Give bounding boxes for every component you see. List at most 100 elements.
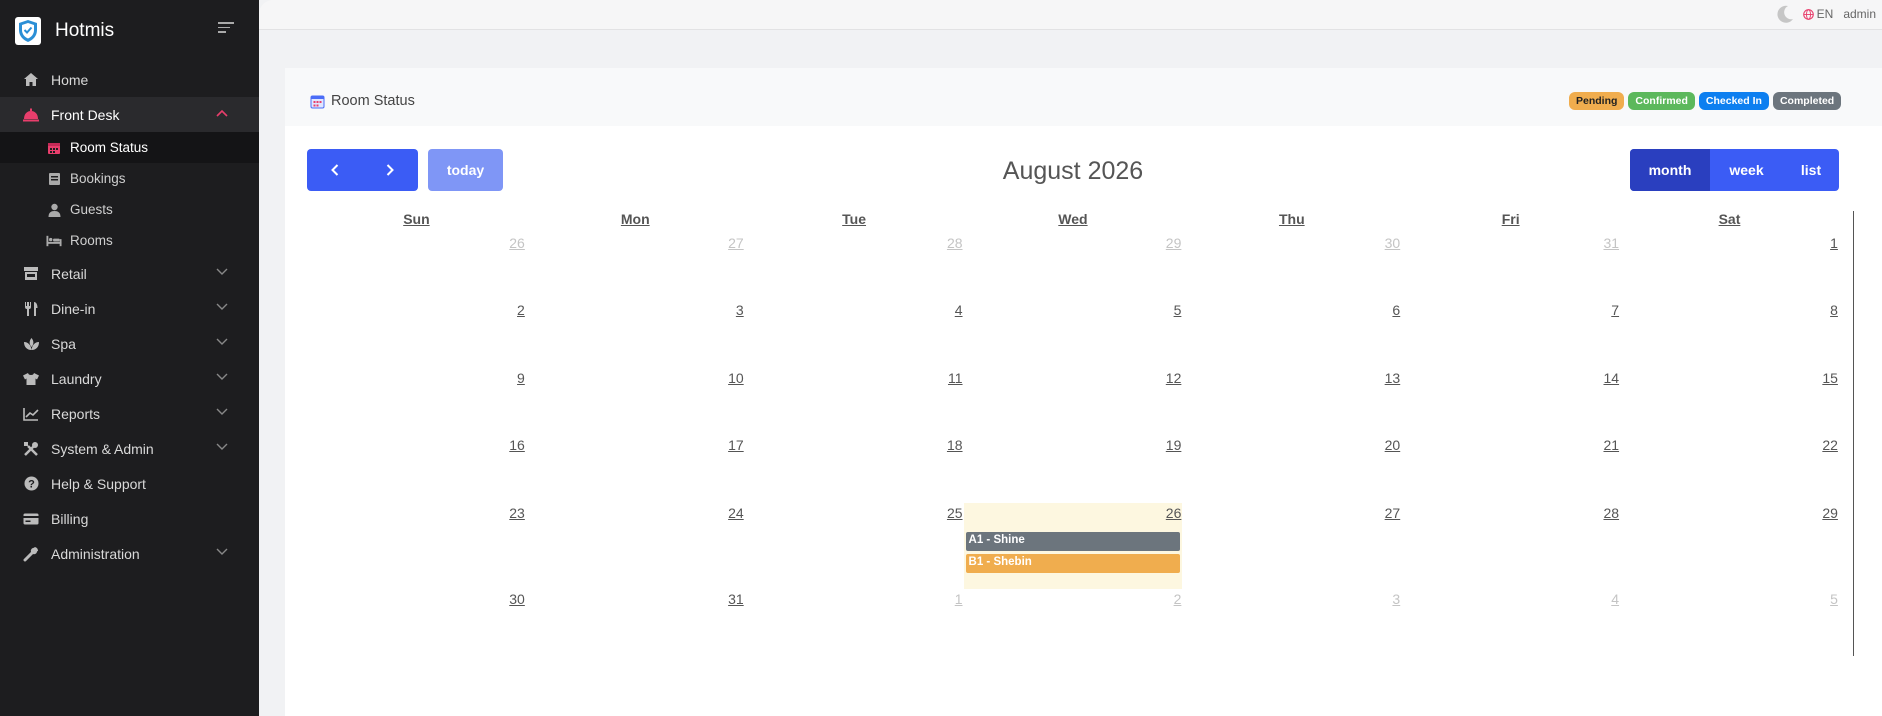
day-number[interactable]: 5: [1174, 302, 1182, 318]
day-cell[interactable]: 24: [526, 503, 745, 589]
day-number[interactable]: 31: [1603, 235, 1619, 251]
day-number[interactable]: 3: [1392, 591, 1400, 607]
day-number[interactable]: 30: [1385, 235, 1401, 251]
day-number[interactable]: 14: [1603, 370, 1619, 386]
day-cell[interactable]: 27: [526, 233, 745, 300]
user-menu[interactable]: admin: [1843, 7, 1876, 21]
day-cell[interactable]: 31: [526, 589, 745, 656]
day-number[interactable]: 16: [509, 437, 525, 453]
day-number[interactable]: 15: [1822, 370, 1838, 386]
sidebar-item-laundry[interactable]: Laundry: [0, 361, 259, 396]
day-cell[interactable]: 25: [745, 503, 964, 589]
day-number[interactable]: 28: [947, 235, 963, 251]
calendar-event[interactable]: A1 - Shine: [965, 532, 1181, 551]
sidebar-subitem-rooms[interactable]: Rooms: [0, 225, 259, 256]
day-cell[interactable]: 28: [745, 233, 964, 300]
day-number[interactable]: 10: [728, 370, 744, 386]
day-number[interactable]: 7: [1611, 302, 1619, 318]
sidebar-item-home[interactable]: Home: [0, 62, 259, 97]
moon-icon[interactable]: [1775, 4, 1795, 24]
day-number[interactable]: 3: [736, 302, 744, 318]
day-cell[interactable]: 1: [745, 589, 964, 656]
day-number[interactable]: 29: [1822, 505, 1838, 521]
day-cell[interactable]: 16: [307, 435, 526, 503]
day-cell[interactable]: 19: [964, 435, 1183, 503]
sidebar-item-help-support[interactable]: ? Help & Support: [0, 466, 259, 501]
day-number[interactable]: 4: [955, 302, 963, 318]
day-number[interactable]: 25: [947, 505, 963, 521]
view-list-button[interactable]: list: [1783, 149, 1839, 191]
day-cell[interactable]: 3: [1182, 589, 1401, 656]
day-cell[interactable]: 5: [1620, 589, 1839, 656]
day-cell[interactable]: 10: [526, 368, 745, 435]
day-number[interactable]: 11: [948, 370, 963, 386]
day-cell[interactable]: 17: [526, 435, 745, 503]
day-cell[interactable]: 23: [307, 503, 526, 589]
day-number[interactable]: 26: [1166, 505, 1182, 521]
day-number[interactable]: 6: [1392, 302, 1400, 318]
day-number[interactable]: 12: [1166, 370, 1182, 386]
day-number[interactable]: 21: [1603, 437, 1619, 453]
day-cell[interactable]: 1: [1620, 233, 1839, 300]
sidebar-item-reports[interactable]: Reports: [0, 396, 259, 431]
sidebar-item-retail[interactable]: Retail: [0, 256, 259, 291]
day-number[interactable]: 9: [517, 370, 525, 386]
day-cell[interactable]: 31: [1401, 233, 1620, 300]
day-number[interactable]: 17: [728, 437, 744, 453]
day-cell-today[interactable]: 26 A1 - Shine B1 - Shebin: [963, 503, 1183, 589]
day-number[interactable]: 2: [1174, 591, 1182, 607]
day-number[interactable]: 31: [728, 591, 744, 607]
menu-collapse-icon[interactable]: [218, 22, 234, 36]
day-number[interactable]: 5: [1830, 591, 1838, 607]
day-cell[interactable]: 30: [1182, 233, 1401, 300]
day-cell[interactable]: 2: [964, 589, 1183, 656]
day-number[interactable]: 13: [1385, 370, 1401, 386]
day-cell[interactable]: 11: [745, 368, 964, 435]
day-number[interactable]: 8: [1830, 302, 1838, 318]
day-cell[interactable]: 12: [964, 368, 1183, 435]
sidebar-item-administration[interactable]: Administration: [0, 536, 259, 571]
day-cell[interactable]: 3: [526, 300, 745, 368]
sidebar-subitem-guests[interactable]: Guests: [0, 194, 259, 225]
day-cell[interactable]: 13: [1182, 368, 1401, 435]
day-cell[interactable]: 18: [745, 435, 964, 503]
day-number[interactable]: 26: [509, 235, 525, 251]
day-number[interactable]: 2: [517, 302, 525, 318]
day-number[interactable]: 27: [728, 235, 744, 251]
sidebar-item-spa[interactable]: Spa: [0, 326, 259, 361]
sidebar-item-dine-in[interactable]: Dine-in: [0, 291, 259, 326]
day-cell[interactable]: 28: [1401, 503, 1620, 589]
day-cell[interactable]: 26: [307, 233, 526, 300]
day-cell[interactable]: 6: [1182, 300, 1401, 368]
day-cell[interactable]: 29: [964, 233, 1183, 300]
day-cell[interactable]: 15: [1620, 368, 1839, 435]
day-number[interactable]: 23: [509, 505, 525, 521]
day-number[interactable]: 18: [947, 437, 963, 453]
day-number[interactable]: 22: [1822, 437, 1838, 453]
day-number[interactable]: 4: [1611, 591, 1619, 607]
day-cell[interactable]: 2: [307, 300, 526, 368]
view-month-button[interactable]: month: [1630, 149, 1710, 191]
day-number[interactable]: 19: [1166, 437, 1182, 453]
day-number[interactable]: 1: [955, 591, 963, 607]
sidebar-item-front-desk[interactable]: Front Desk: [0, 97, 259, 132]
day-cell[interactable]: 4: [745, 300, 964, 368]
sidebar-item-billing[interactable]: Billing: [0, 501, 259, 536]
day-cell[interactable]: 29: [1620, 503, 1839, 589]
day-number[interactable]: 29: [1166, 235, 1182, 251]
calendar-event[interactable]: B1 - Shebin: [965, 554, 1181, 573]
day-number[interactable]: 28: [1603, 505, 1619, 521]
day-cell[interactable]: 7: [1401, 300, 1620, 368]
day-cell[interactable]: 9: [307, 368, 526, 435]
view-week-button[interactable]: week: [1710, 149, 1783, 191]
day-cell[interactable]: 30: [307, 589, 526, 656]
day-cell[interactable]: 20: [1182, 435, 1401, 503]
day-cell[interactable]: 27: [1182, 503, 1401, 589]
day-number[interactable]: 24: [728, 505, 744, 521]
sidebar-subitem-room-status[interactable]: Room Status: [0, 132, 259, 163]
language-selector[interactable]: EN: [1802, 7, 1833, 21]
day-cell[interactable]: 8: [1620, 300, 1839, 368]
sidebar-item-system-admin[interactable]: System & Admin: [0, 431, 259, 466]
day-cell[interactable]: 21: [1401, 435, 1620, 503]
day-number[interactable]: 27: [1385, 505, 1401, 521]
